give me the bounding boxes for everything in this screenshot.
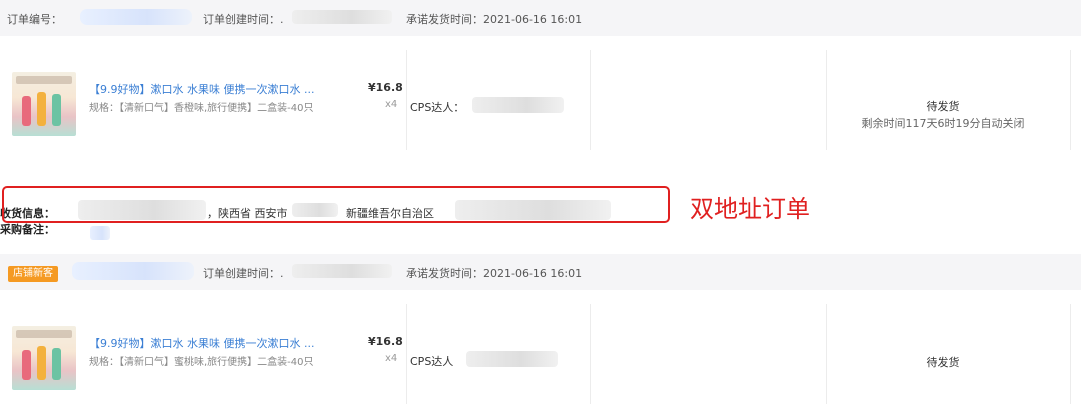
auto-close-countdown: 剩余时间117天6时19分自动关闭 — [861, 117, 1025, 130]
product-spec: 规格：【清新口气】蜜桃味,旅行便携】二盒装-40只 — [89, 357, 314, 368]
cps-influencer-redacted — [466, 351, 558, 367]
divider — [1070, 304, 1071, 404]
order-product-row: 【9.9好物】漱口水 水果味 便携一次漱口水 ... 规格：【清新口气】香橙味,… — [0, 50, 1081, 155]
cps-influencer-redacted — [472, 97, 564, 113]
purchase-remark-label: 采购备注： — [0, 223, 55, 236]
order-created-time-label: 订单创建时间：. — [203, 13, 284, 26]
divider — [826, 50, 827, 150]
order-number-redacted — [80, 9, 192, 25]
product-title-link[interactable]: 【9.9好物】漱口水 水果味 便携一次漱口水 ... — [89, 81, 314, 97]
annotation-label: 双地址订单 — [690, 195, 810, 223]
product-spec: 规格：【清新口气】香橙味,旅行便携】二盒装-40只 — [89, 103, 314, 114]
promise-ship-time: 承诺发货时间：2021-06-16 16:01 — [406, 13, 583, 26]
highlight-box — [2, 186, 670, 223]
divider — [590, 50, 591, 150]
created-time-redacted — [292, 10, 392, 24]
divider — [406, 304, 407, 404]
order-header: 订单编号： 订单创建时间：. 承诺发货时间：2021-06-16 16:01 — [0, 0, 1081, 36]
order-status: 待发货 — [926, 100, 960, 113]
product-price: ¥16.8 — [368, 81, 403, 94]
divider — [406, 50, 407, 150]
order-created-time-label: 订单创建时间：. — [203, 267, 284, 280]
product-price: ¥16.8 — [368, 335, 403, 348]
divider — [826, 304, 827, 404]
created-time-redacted — [292, 264, 392, 278]
promise-ship-time: 承诺发货时间：2021-06-16 16:01 — [406, 267, 583, 280]
remark-redacted — [90, 226, 110, 240]
order-number-label: 订单编号： — [7, 13, 62, 26]
product-thumbnail[interactable] — [12, 72, 76, 136]
order-number-redacted — [72, 262, 194, 280]
new-customer-tag: 店铺新客 — [8, 266, 58, 282]
product-quantity: x4 — [385, 353, 398, 364]
divider — [1070, 50, 1071, 150]
divider — [590, 304, 591, 404]
product-quantity: x4 — [385, 99, 398, 110]
order-product-row: 【9.9好物】漱口水 水果味 便携一次漱口水 ... 规格：【清新口气】蜜桃味,… — [0, 304, 1081, 409]
cps-influencer-label: CPS达人： — [410, 101, 465, 114]
order-status: 待发货 — [926, 356, 960, 369]
cps-influencer-label: CPS达人 — [410, 355, 454, 368]
product-thumbnail[interactable] — [12, 326, 76, 390]
product-title-link[interactable]: 【9.9好物】漱口水 水果味 便携一次漱口水 ... — [89, 335, 314, 351]
